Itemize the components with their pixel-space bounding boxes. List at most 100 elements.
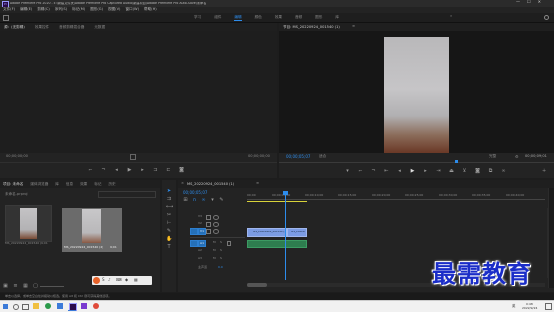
project-clip-2[interactable]: MS_20220924_001540 (2) 9;01 xyxy=(62,208,122,252)
video-clip[interactable]: MS_20220924_001540 (1).mp4 xyxy=(287,228,307,237)
ripple-edit-tool-icon[interactable]: ⟷ xyxy=(166,204,173,210)
solo-button[interactable]: S xyxy=(220,241,222,244)
track-label[interactable]: A3 xyxy=(198,257,202,260)
track-label[interactable]: V3 xyxy=(198,215,202,218)
program-quality-select[interactable]: 完整 xyxy=(489,154,496,159)
track-target-v1[interactable]: V1 xyxy=(198,228,206,235)
explorer-icon[interactable] xyxy=(33,303,39,309)
mic-icon[interactable] xyxy=(227,241,231,246)
menu-help[interactable]: 帮助(H) xyxy=(144,8,157,12)
timeline-sequence-tab[interactable]: MS_20220924_001540 (1) xyxy=(187,182,234,187)
workspace-libraries[interactable]: 库 xyxy=(335,15,339,22)
program-step-back-icon[interactable]: ◂ xyxy=(397,169,402,174)
menu-file[interactable]: 文件(F) xyxy=(3,8,15,12)
program-title[interactable]: 节目: MS_20220924_001540 (1) xyxy=(283,25,340,30)
nest-icon[interactable]: ⊞ xyxy=(183,198,188,203)
program-menu-icon[interactable]: ≡ xyxy=(352,24,355,29)
eye-icon[interactable] xyxy=(213,229,219,234)
work-area-bar[interactable] xyxy=(247,201,307,202)
home-icon[interactable] xyxy=(3,15,9,21)
settings-wrench-icon[interactable]: ⚙ xyxy=(515,154,519,159)
close-button[interactable]: ✕ xyxy=(538,0,541,4)
menu-clip[interactable]: 剪辑(C) xyxy=(37,8,50,12)
workspace-assembly[interactable]: 组件 xyxy=(214,15,221,22)
track-label[interactable]: V2 xyxy=(198,222,202,225)
timeline-timecode[interactable]: 00;00;05;07 xyxy=(183,191,207,195)
tab-markers[interactable]: 标记 xyxy=(94,182,101,187)
workspace-audio[interactable]: 音频 xyxy=(295,15,302,22)
lock-icon[interactable]: ▣ xyxy=(3,284,8,289)
tab-info[interactable]: 信息 xyxy=(66,182,73,187)
notification-icon[interactable] xyxy=(545,303,552,310)
source-insert-icon[interactable]: ⊐ xyxy=(153,168,158,173)
workspace-graphics[interactable]: 图形 xyxy=(315,15,322,22)
master-volume[interactable]: 0.0 xyxy=(218,266,223,269)
mute-button[interactable]: M xyxy=(213,257,216,260)
lock-icon[interactable] xyxy=(206,229,211,234)
source-patch-v1[interactable] xyxy=(190,228,198,235)
program-extract-icon[interactable]: ⊻ xyxy=(462,169,467,174)
tab-effects[interactable]: 效果 xyxy=(80,182,87,187)
solo-button[interactable]: S xyxy=(220,249,222,252)
source-mark-out-icon[interactable]: ¬ xyxy=(101,168,106,173)
workspace-effects[interactable]: 效果 xyxy=(275,15,282,22)
program-playhead-marker[interactable] xyxy=(455,160,458,163)
program-export-frame-icon[interactable]: ◙ xyxy=(475,169,480,174)
razor-tool-icon[interactable]: ✂ xyxy=(166,212,172,218)
tab-media-browser[interactable]: 媒体浏览器 xyxy=(30,182,48,187)
source-viewer[interactable] xyxy=(0,31,277,153)
program-lift-icon[interactable]: ⏏ xyxy=(449,169,454,174)
program-scrubber[interactable] xyxy=(279,162,554,163)
toolbar-app-icon[interactable] xyxy=(93,277,100,284)
program-mark-out-icon[interactable]: ¬ xyxy=(371,169,376,174)
tab-libraries[interactable]: 库 xyxy=(55,182,59,187)
menu-graphics[interactable]: 图形(G) xyxy=(90,8,103,12)
lock-icon[interactable] xyxy=(206,222,211,227)
hand-tool-icon[interactable]: ✋ xyxy=(166,236,172,242)
start-icon[interactable] xyxy=(3,304,8,309)
program-fit-select[interactable]: 适合 xyxy=(319,154,326,159)
toolbar-keyboard-icon[interactable]: ⌨ xyxy=(116,278,122,282)
freeform-view-icon[interactable]: ▢ xyxy=(33,284,38,289)
chrome-taskbar-icon[interactable] xyxy=(93,303,99,309)
video-clip[interactable]: MS_20220924_001540 (1).mp4 xyxy=(247,228,287,237)
taskbar-search-icon[interactable] xyxy=(13,304,19,310)
selection-tool-icon[interactable]: ➤ xyxy=(166,188,172,194)
solo-button[interactable]: S xyxy=(220,257,222,260)
toolbar-mic-icon[interactable]: ♪ xyxy=(108,278,111,282)
add-marker-icon[interactable]: ▾ xyxy=(210,198,215,203)
program-viewer[interactable] xyxy=(279,31,554,153)
track-label[interactable]: A2 xyxy=(198,249,202,252)
tab-history[interactable]: 历史 xyxy=(108,182,115,187)
source-patch-a1[interactable] xyxy=(190,240,198,247)
program-vr-icon[interactable]: ∞ xyxy=(501,169,506,174)
type-tool-icon[interactable]: T xyxy=(166,244,172,250)
search-icon[interactable] xyxy=(544,15,549,20)
source-step-forward-icon[interactable]: ▸ xyxy=(140,168,145,173)
project-search-input[interactable] xyxy=(98,191,156,198)
source-export-frame-icon[interactable]: ◙ xyxy=(179,168,184,173)
menu-marker[interactable]: 标记(M) xyxy=(72,8,85,12)
source-mark-in-icon[interactable]: ⌐ xyxy=(88,168,93,173)
program-step-forward-icon[interactable]: ▸ xyxy=(423,169,428,174)
tab-source[interactable]: 源：(无剪辑) xyxy=(4,25,25,30)
program-add-button[interactable]: + xyxy=(542,169,546,174)
source-settings-icon[interactable] xyxy=(130,154,136,160)
taskbar-date[interactable]: 2022/9/24 xyxy=(522,306,537,310)
menu-edit[interactable]: 编辑(E) xyxy=(20,8,32,12)
slip-tool-icon[interactable]: ⊢ xyxy=(166,220,172,226)
maximize-button[interactable]: ☐ xyxy=(527,0,531,4)
toolbar-s-icon[interactable]: S xyxy=(102,278,105,282)
project-clip-1[interactable]: MS_20220924_001540 (1) 9;01 xyxy=(5,205,52,247)
lock-icon[interactable] xyxy=(206,215,211,220)
workspace-color[interactable]: 颜色 xyxy=(255,15,262,22)
program-mark-in-icon[interactable]: ⌐ xyxy=(358,169,363,174)
mute-button[interactable]: M xyxy=(213,249,216,252)
playhead-handle[interactable] xyxy=(283,191,288,195)
eye-icon[interactable] xyxy=(213,222,219,227)
track-target-a1[interactable]: A1 xyxy=(198,240,206,247)
zoom-slider[interactable] xyxy=(40,286,64,287)
menu-view[interactable]: 视图(V) xyxy=(108,8,120,12)
workspace-editing[interactable]: 编辑 xyxy=(234,15,242,22)
task-view-icon[interactable] xyxy=(22,304,29,310)
